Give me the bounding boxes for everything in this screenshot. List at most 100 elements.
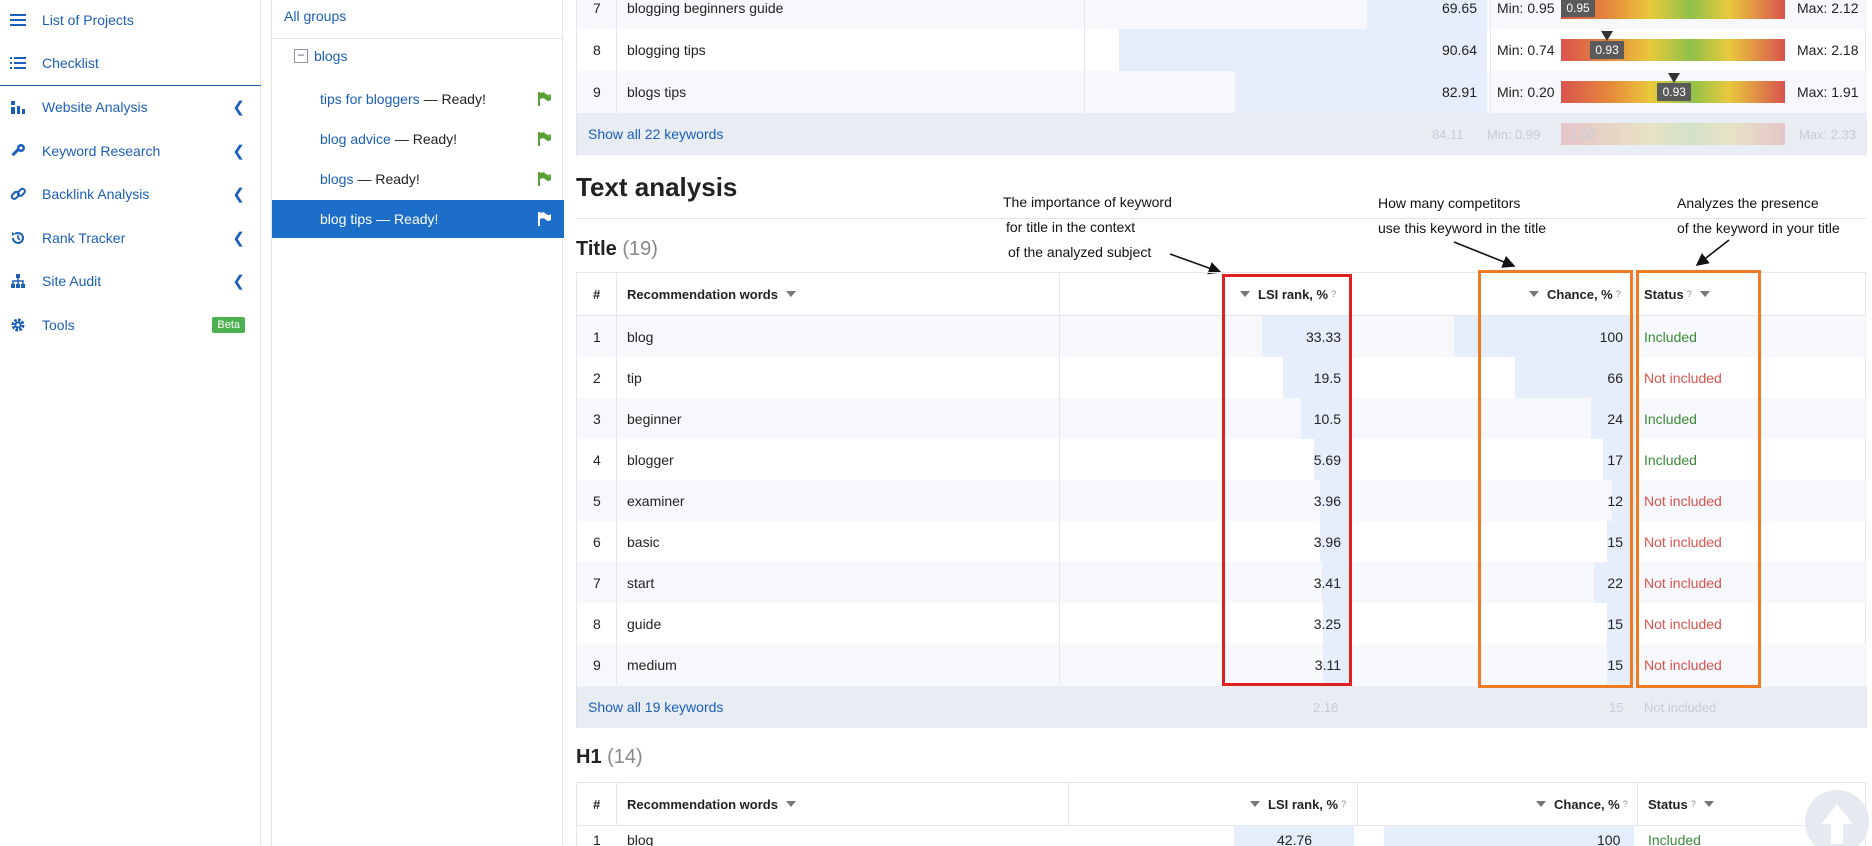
- gear-icon: [4, 317, 32, 333]
- group-item[interactable]: blogs — Ready!: [272, 160, 564, 198]
- ghost-chance: 15: [1609, 699, 1624, 715]
- group-item-link[interactable]: blog tips: [320, 211, 372, 227]
- help-icon[interactable]: ?: [1341, 799, 1346, 809]
- row-max: Max: 1.91: [1797, 84, 1859, 100]
- col-header-words[interactable]: Recommendation words: [627, 273, 804, 315]
- sort-triangle-icon[interactable]: [785, 291, 796, 297]
- col-divider: [616, 521, 617, 562]
- h1-table: # Recommendation words LSI rank, % ? Cha…: [576, 782, 1867, 846]
- row-num: 8: [593, 42, 601, 58]
- nav-item-backlink-analysis[interactable]: Backlink Analysis ❮: [0, 174, 261, 214]
- col-divider: [616, 357, 617, 398]
- table-row: 1 blog 42.76 100 Included: [577, 826, 1867, 846]
- row-num: 1: [593, 328, 601, 345]
- row-word: start: [627, 574, 655, 591]
- row-score: 90.64: [1441, 42, 1477, 58]
- col-header-words-label: Recommendation words: [627, 286, 778, 302]
- col-divider: [616, 71, 617, 113]
- col-divider: [1084, 29, 1085, 71]
- group-item-link[interactable]: tips for bloggers: [320, 91, 420, 107]
- nav-item-list-of-projects[interactable]: List of Projects: [0, 0, 261, 40]
- title-count: (19): [622, 238, 658, 260]
- h1-count: (14): [607, 746, 643, 768]
- row-chance: 100: [1597, 832, 1621, 846]
- arrow-lsi: [1169, 253, 1222, 275]
- col-divider: [1059, 562, 1060, 603]
- show-all-keywords-row[interactable]: Show all 22 keywords 84.11 Min: 0.99 1.0…: [577, 113, 1867, 155]
- row-word: basic: [627, 533, 660, 550]
- col-divider: [1059, 521, 1060, 562]
- col-divider: [1059, 480, 1060, 521]
- nav-item-rank-tracker[interactable]: Rank Tracker ❮: [0, 218, 261, 258]
- help-icon[interactable]: ?: [1691, 799, 1696, 809]
- row-word: tip: [627, 369, 642, 386]
- nav-item-tools[interactable]: Tools Beta: [0, 305, 261, 345]
- text-analysis-heading: Text analysis: [576, 172, 738, 202]
- col-divider: [1634, 357, 1635, 398]
- show-all-title-keywords-row[interactable]: Show all 19 keywords 2.16 15 Not include…: [577, 686, 1867, 728]
- nav-item-checklist[interactable]: Checklist: [0, 43, 261, 83]
- annotation-line: How many competitors: [1378, 195, 1521, 211]
- annotation-line: for title in the context: [1006, 219, 1136, 235]
- row-min: Min: 0.74: [1497, 42, 1555, 58]
- col-divider: [616, 644, 617, 685]
- row-num: 7: [593, 0, 601, 16]
- row-num: 9: [593, 656, 601, 673]
- group-item[interactable]: blog advice — Ready!: [272, 120, 564, 158]
- title-label: Title: [576, 238, 617, 260]
- group-item[interactable]: tips for bloggers — Ready!: [272, 80, 564, 118]
- group-item-status: — Ready!: [376, 211, 439, 227]
- all-groups-link[interactable]: All groups: [284, 8, 346, 24]
- col-divider: [1634, 603, 1635, 644]
- row-num: 8: [593, 615, 601, 632]
- group-item-active[interactable]: blog tips — Ready!: [272, 200, 564, 238]
- group-item-status: — Ready!: [394, 131, 458, 147]
- col-header-chance[interactable]: Chance, % ?: [1528, 783, 1628, 825]
- main-content: 7 blogging beginners guide 69.65 Min: 0.95 0…: [576, 0, 1872, 846]
- chevron-left-icon: ❮: [232, 273, 245, 290]
- group-item-link[interactable]: blogs: [320, 171, 353, 187]
- group-item-link[interactable]: blog advice: [320, 131, 391, 147]
- chance-highlight-box: [1478, 270, 1633, 688]
- nav-item-label: List of Projects: [42, 12, 134, 28]
- nav-item-keyword-research[interactable]: Keyword Research ❮: [0, 131, 261, 171]
- scroll-to-top-button[interactable]: [1805, 790, 1869, 846]
- collapse-toggle-icon[interactable]: −: [294, 49, 308, 63]
- show-all-title-keywords-link[interactable]: Show all 19 keywords: [588, 699, 723, 715]
- group-folder-blogs[interactable]: − blogs: [294, 48, 347, 64]
- row-max: Max: 2.18: [1797, 42, 1859, 58]
- col-divider: [1059, 398, 1060, 439]
- sort-triangle-icon[interactable]: [1250, 801, 1260, 807]
- group-folder-label: blogs: [314, 48, 348, 64]
- col-divider: [616, 29, 617, 71]
- col-header-lsi[interactable]: LSI rank, % ?: [1242, 783, 1346, 825]
- row-word: medium: [627, 656, 677, 673]
- col-header-lsi-label: LSI rank, %: [1268, 796, 1339, 812]
- col-header-num: #: [593, 796, 601, 812]
- range-value-pin: 0.93: [1657, 83, 1692, 101]
- h1-table-header: # Recommendation words LSI rank, % ? Cha…: [577, 782, 1867, 826]
- range-value-pin: 0.95: [1561, 0, 1595, 17]
- help-icon[interactable]: ?: [1623, 799, 1628, 809]
- row-word: blog: [627, 328, 654, 345]
- table-row: 8 blogging tips 90.64 Min: 0.74 0.93 Max: 2.1…: [577, 29, 1867, 71]
- col-divider: [616, 316, 617, 357]
- row-word: blog: [627, 832, 654, 846]
- show-all-keywords-link[interactable]: Show all 22 keywords: [588, 126, 723, 142]
- checklist-icon: [4, 56, 32, 70]
- sort-triangle-icon[interactable]: [785, 801, 796, 807]
- nav-item-site-audit[interactable]: Site Audit ❮: [0, 261, 261, 301]
- col-header-words[interactable]: Recommendation words: [627, 783, 804, 825]
- ghost-status: Not included: [1644, 699, 1717, 715]
- nav-item-website-analysis[interactable]: Website Analysis ❮: [0, 87, 261, 127]
- col-divider: [1634, 644, 1635, 685]
- row-num: 2: [593, 369, 601, 386]
- col-divider: [1634, 521, 1635, 562]
- sort-triangle-icon[interactable]: [1703, 801, 1714, 807]
- col-header-status[interactable]: Status ?: [1648, 783, 1722, 825]
- flag-icon: [538, 212, 551, 226]
- col-divider: [616, 603, 617, 644]
- row-keyword: blogging tips: [627, 42, 706, 58]
- annotation-lsi: The importance of keyword for title in t…: [1003, 190, 1172, 265]
- sort-triangle-icon[interactable]: [1536, 801, 1546, 807]
